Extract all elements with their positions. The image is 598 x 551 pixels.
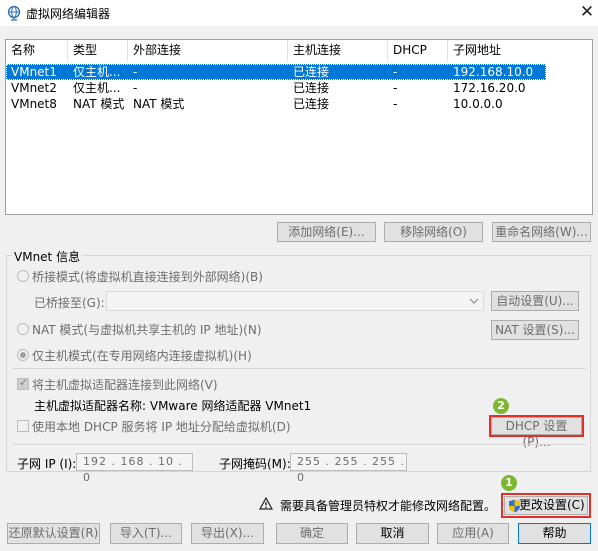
use-dhcp-checkbox[interactable] — [17, 420, 29, 432]
vmnet-info-label: VMnet 信息 — [12, 248, 83, 265]
change-settings-label: 更改设置(C) — [519, 498, 585, 512]
cell-subnet: 10.0.0.0 — [453, 97, 503, 111]
subnet-mask-field[interactable]: 255 . 255 . 255 . 0 — [290, 453, 407, 484]
step-badge-2: 2 — [493, 398, 509, 414]
divider — [12, 368, 586, 369]
cell-type: 仅主机... — [73, 81, 121, 95]
cell-subnet: 192.168.10.0 — [453, 65, 534, 79]
connect-adapter-label: 将主机虚拟适配器连接到此网络(V) — [32, 378, 218, 392]
column-header-dhcp[interactable]: DHCP — [388, 40, 448, 61]
change-settings-button[interactable]: 更改设置(C) — [504, 496, 588, 515]
column-header-type[interactable]: 类型 — [68, 40, 128, 61]
bridged-to-select[interactable] — [106, 291, 484, 311]
nat-settings-button[interactable]: NAT 设置(S)... — [491, 320, 579, 340]
cell-subnet: 172.16.20.0 — [453, 81, 526, 95]
step-badge-1: 1 — [501, 475, 517, 491]
adapter-name-label: 主机虚拟适配器名称: VMware 网络适配器 VMnet1 — [34, 399, 312, 413]
table-row[interactable]: VMnet1 仅主机... - 已连接 - 192.168.10.0 — [6, 64, 546, 80]
column-header-host[interactable]: 主机连接 — [288, 40, 388, 61]
cell-dhcp: - — [393, 65, 398, 79]
cell-host: 已连接 — [293, 81, 330, 95]
network-list[interactable]: 名称 类型 外部连接 主机连接 DHCP 子网地址 VMnet1 仅主机... … — [5, 39, 593, 215]
chevron-down-icon — [469, 298, 479, 304]
rename-network-button[interactable]: 重命名网络(W)... — [492, 222, 591, 242]
cell-host: 已连接 — [293, 97, 330, 111]
close-icon[interactable]: ✕ — [578, 2, 596, 22]
bridged-to-label: 已桥接至(G): — [34, 296, 105, 310]
window-title: 虚拟网络编辑器 — [26, 7, 111, 21]
remove-network-button[interactable]: 移除网络(O) — [384, 222, 483, 242]
add-network-button[interactable]: 添加网络(E)... — [277, 222, 376, 242]
cell-external: NAT 模式 — [133, 97, 185, 111]
nat-mode-radio[interactable] — [17, 323, 29, 335]
cell-dhcp: - — [393, 81, 398, 95]
network-globe-icon — [7, 5, 21, 21]
export-button[interactable]: 导出(X)... — [191, 523, 264, 544]
subnet-mask-label: 子网掩码(M): — [219, 457, 291, 471]
apply-button[interactable]: 应用(A) — [437, 523, 509, 544]
table-row[interactable]: VMnet2 仅主机... - 已连接 - 172.16.20.0 — [6, 80, 546, 96]
restore-defaults-button[interactable]: 还原默认设置(R) — [7, 523, 100, 544]
import-button[interactable]: 导入(T)... — [110, 523, 182, 544]
table-row[interactable]: VMnet8 NAT 模式 NAT 模式 已连接 - 10.0.0.0 — [6, 96, 546, 112]
cell-name: VMnet8 — [11, 97, 57, 111]
cell-dhcp: - — [393, 97, 398, 111]
ok-button[interactable]: 确定 — [276, 523, 348, 544]
cell-name: VMnet2 — [11, 81, 57, 95]
subnet-ip-field[interactable]: 192 . 168 . 10 . 0 — [76, 453, 193, 484]
help-button[interactable]: 帮助 — [518, 523, 591, 544]
divider — [12, 444, 586, 445]
use-dhcp-label: 使用本地 DHCP 服务将 IP 地址分配给虚拟机(D) — [32, 420, 291, 434]
dhcp-settings-button[interactable]: DHCP 设置(P)... — [491, 417, 582, 449]
cell-type: 仅主机... — [73, 65, 121, 79]
bridge-mode-label: 桥接模式(将虚拟机直接连接到外部网络)(B) — [32, 270, 263, 284]
cell-external: - — [133, 81, 138, 95]
subnet-ip-label: 子网 IP (I): — [17, 457, 77, 471]
cell-external: - — [133, 65, 138, 79]
host-only-radio[interactable] — [17, 349, 29, 361]
column-header-external[interactable]: 外部连接 — [128, 40, 288, 61]
connect-adapter-checkbox[interactable] — [17, 376, 29, 390]
cell-host: 已连接 — [293, 65, 330, 79]
admin-notice: 需要具备管理员特权才能修改网络配置。 — [280, 499, 497, 513]
cell-name: VMnet1 — [11, 65, 57, 79]
cancel-button[interactable]: 取消 — [356, 523, 429, 544]
bridge-mode-radio[interactable] — [17, 270, 29, 282]
shield-icon — [509, 499, 520, 513]
nat-mode-label: NAT 模式(与虚拟机共享主机的 IP 地址)(N) — [32, 323, 262, 337]
column-header-name[interactable]: 名称 — [6, 40, 68, 61]
column-header-subnet[interactable]: 子网地址 — [448, 40, 546, 61]
auto-settings-button[interactable]: 自动设置(U)... — [491, 291, 579, 311]
cell-type: NAT 模式 — [73, 97, 125, 111]
host-only-label: 仅主机模式(在专用网络内连接虚拟机)(H) — [32, 349, 252, 363]
warning-icon — [259, 497, 273, 510]
